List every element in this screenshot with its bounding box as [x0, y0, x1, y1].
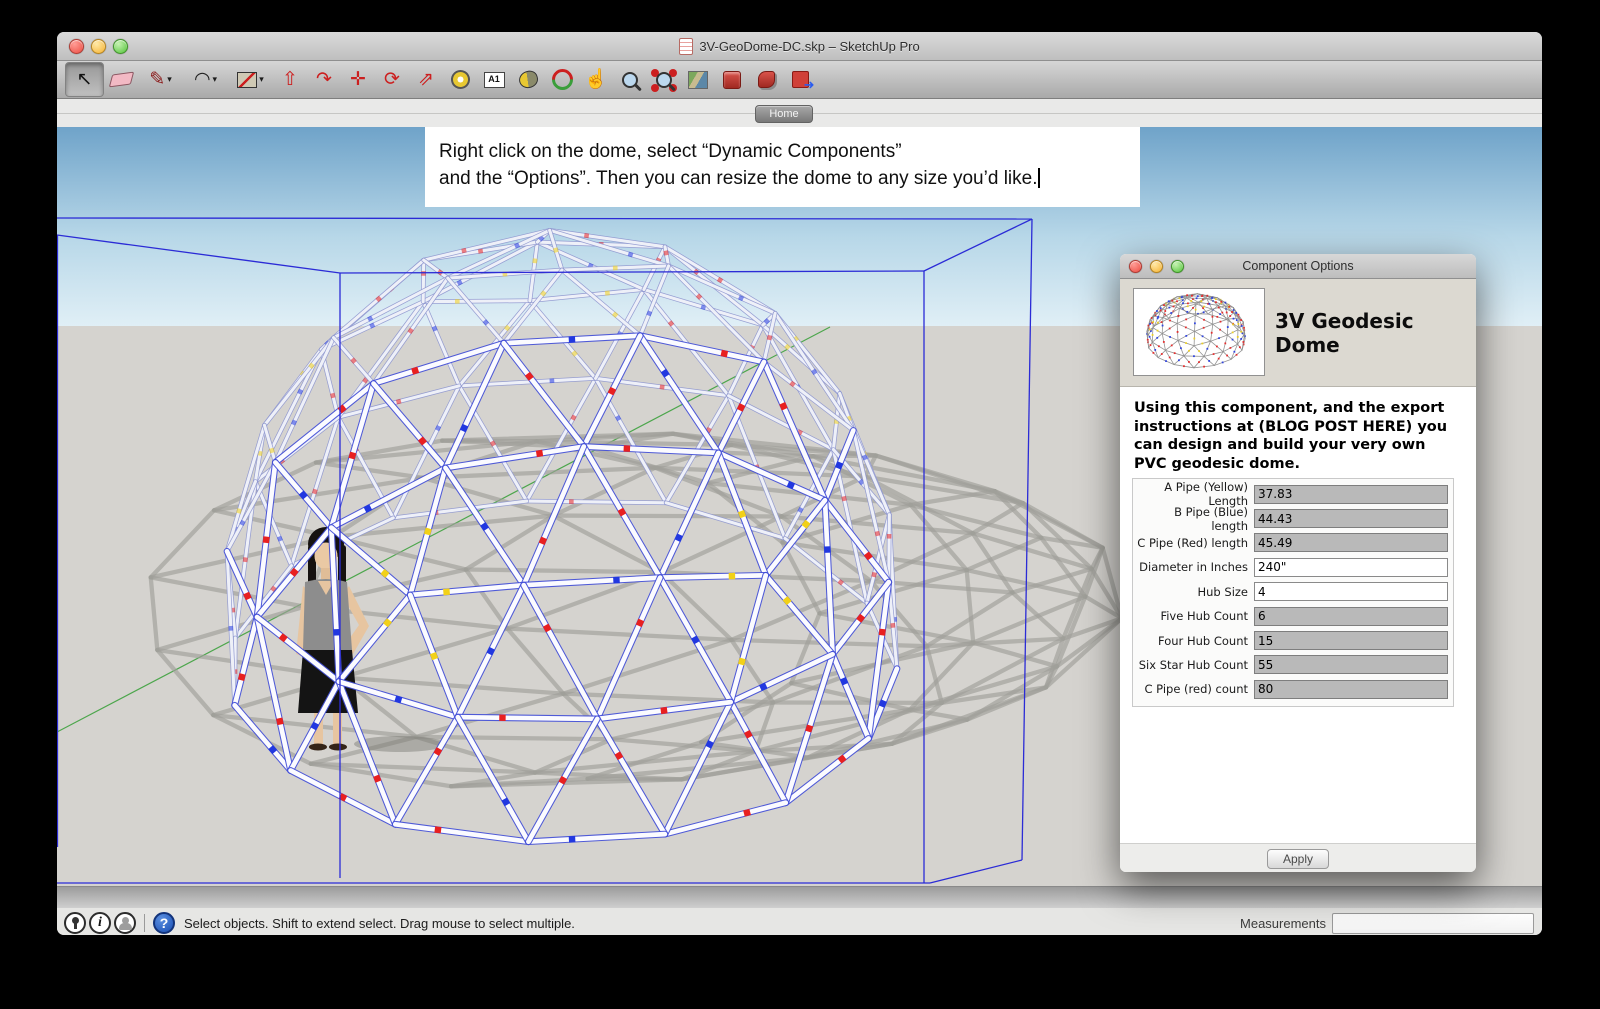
tab-strip: Home [57, 99, 1542, 127]
orbit-tool-icon[interactable] [545, 63, 579, 96]
push-pull-tool-icon[interactable]: ⇧ [273, 63, 307, 96]
field-input[interactable] [1254, 655, 1448, 675]
field-label: C Pipe (red) count [1144, 682, 1248, 697]
dialog-minimize-button[interactable] [1150, 259, 1163, 273]
toolbar: ↖ ✎ ▾ ◠ ▾ ▾ ⇧ ↷ ✛ ⟳ ⇗ A1 ☝ [57, 61, 1542, 99]
field-label: Diameter in Inches [1139, 560, 1248, 575]
home-tab[interactable]: Home [755, 105, 813, 123]
measurements-label: Measurements [1240, 915, 1326, 931]
field-row: Four Hub Count [1136, 628, 1448, 652]
field-label: Five Hub Count [1160, 609, 1248, 624]
get-models-tool-icon[interactable] [715, 63, 749, 96]
credits-icon[interactable]: i [89, 912, 111, 934]
geolocation-icon[interactable] [64, 912, 86, 934]
pan-tool-icon[interactable]: ☝ [579, 63, 613, 96]
dialog-close-button[interactable] [1129, 259, 1142, 273]
arc-tool-icon[interactable]: ◠ ▾ [183, 63, 228, 96]
zoom-tool-icon[interactable] [613, 63, 647, 96]
measurements-input[interactable] [1332, 912, 1534, 934]
status-divider [144, 914, 145, 932]
text-cursor [1038, 168, 1041, 188]
field-row: Hub Size [1136, 580, 1448, 604]
window-title: 3V-GeoDome-DC.skp – SketchUp Pro [699, 38, 920, 54]
sign-in-icon[interactable] [114, 912, 136, 934]
dialog-zoom-button[interactable] [1171, 259, 1184, 273]
dropdown-caret-icon[interactable]: ▾ [167, 75, 172, 84]
field-row: A Pipe (Yellow) Length [1136, 480, 1448, 508]
component-heading: 3V Geodesic Dome [1275, 309, 1414, 357]
follow-me-tool-icon[interactable]: ↷ [307, 63, 341, 96]
rotate-tool-icon[interactable]: ⟳ [375, 63, 409, 96]
field-row: C Pipe (red) count [1136, 677, 1448, 701]
component-thumbnail [1133, 288, 1265, 376]
dialog-header: 3V Geodesic Dome [1120, 279, 1476, 387]
field-label: B Pipe (Blue) length [1174, 504, 1248, 533]
dialog-footer: Apply [1120, 843, 1476, 872]
field-label: Hub Size [1197, 584, 1249, 599]
field-row: Diameter in Inches [1136, 555, 1448, 579]
desktop-background: 3V-GeoDome-DC.skp – SketchUp Pro ↖ ✎ ▾ ◠ ▾ ▾ ⇧… [0, 0, 1600, 1009]
annotation-line2: and the “Options”. Then you can resize t… [439, 165, 1140, 192]
window-title-wrap: 3V-GeoDome-DC.skp – SketchUp Pro [679, 37, 920, 55]
minimize-button[interactable] [91, 38, 106, 54]
annotation-text-box[interactable]: Right click on the dome, select “Dynamic… [425, 127, 1140, 207]
zoom-button[interactable] [113, 38, 128, 54]
dialog-titlebar[interactable]: Component Options [1120, 254, 1476, 279]
status-message: Select objects. Shift to extend select. … [184, 915, 575, 931]
select-tool-icon[interactable]: ↖ [65, 62, 104, 97]
dialog-traffic-lights [1129, 254, 1184, 278]
field-row: Six Star Hub Count [1136, 653, 1448, 677]
dropdown-caret-icon[interactable]: ▾ [213, 75, 218, 84]
export-tool-icon[interactable] [783, 63, 817, 96]
tape-measure-tool-icon[interactable] [443, 63, 477, 96]
dropdown-caret-icon[interactable]: ▾ [259, 75, 264, 84]
window-titlebar[interactable]: 3V-GeoDome-DC.skp – SketchUp Pro [57, 32, 1542, 61]
text-tool-icon[interactable]: A1 [477, 63, 511, 96]
field-label: Four Hub Count [1158, 633, 1248, 648]
line-tool-icon[interactable]: ✎ ▾ [138, 63, 183, 96]
scale-tool-icon[interactable]: ⇗ [409, 63, 443, 96]
person-neck [321, 568, 331, 579]
window-chrome-band [57, 886, 1542, 908]
close-button[interactable] [69, 38, 84, 54]
share-model-tool-icon[interactable] [749, 63, 783, 96]
component-description: Using this component, and the export ins… [1134, 400, 1448, 472]
dialog-body: Using this component, and the export ins… [1120, 387, 1476, 843]
eraser-tool-icon[interactable] [104, 63, 138, 96]
field-input[interactable] [1254, 557, 1448, 577]
field-label: C Pipe (Red) length [1137, 535, 1248, 550]
field-input[interactable] [1254, 484, 1448, 504]
field-input[interactable] [1254, 582, 1448, 602]
annotation-line1: Right click on the dome, select “Dynamic… [439, 141, 902, 162]
field-input[interactable] [1254, 509, 1448, 529]
person-sandal [329, 743, 347, 751]
add-location-tool-icon[interactable] [681, 63, 715, 96]
apply-button[interactable]: Apply [1266, 848, 1330, 869]
field-row: Five Hub Count [1136, 604, 1448, 628]
document-icon [679, 37, 694, 55]
field-input[interactable] [1254, 679, 1448, 699]
traffic-lights [69, 32, 128, 60]
rectangle-tool-icon[interactable]: ▾ [228, 63, 273, 96]
zoom-extents-tool-icon[interactable] [647, 63, 681, 96]
paint-bucket-tool-icon[interactable] [511, 63, 545, 96]
help-icon[interactable]: ? [153, 912, 175, 934]
field-input[interactable] [1254, 606, 1448, 626]
person-sandal [309, 743, 327, 751]
field-input[interactable] [1254, 631, 1448, 651]
component-options-dialog: Component Options 3V Geodesic Dome Using… [1120, 254, 1476, 872]
field-row: C Pipe (Red) length [1136, 531, 1448, 555]
move-tool-icon[interactable]: ✛ [341, 63, 375, 96]
dialog-title: Component Options [1242, 259, 1354, 273]
field-input[interactable] [1254, 533, 1448, 553]
options-table: A Pipe (Yellow) LengthB Pipe (Blue) leng… [1132, 478, 1454, 707]
status-bar: i? Select objects. Shift to extend selec… [57, 908, 1542, 935]
field-row: B Pipe (Blue) length [1136, 504, 1448, 533]
field-label: Six Star Hub Count [1138, 657, 1248, 672]
